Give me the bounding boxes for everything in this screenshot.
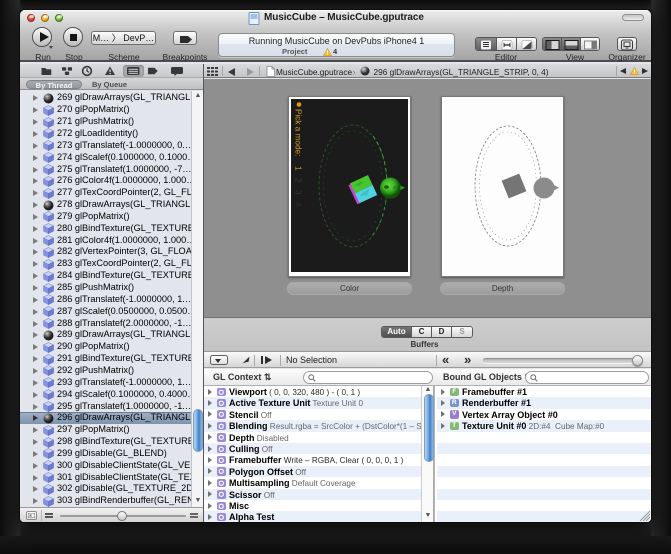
svg-text:2: 2	[294, 178, 303, 183]
svg-text:3: 3	[294, 190, 303, 195]
svg-text:Pick a mode:: Pick a mode:	[294, 109, 303, 156]
svg-text:1: 1	[294, 166, 303, 171]
svg-text:4: 4	[294, 202, 303, 207]
